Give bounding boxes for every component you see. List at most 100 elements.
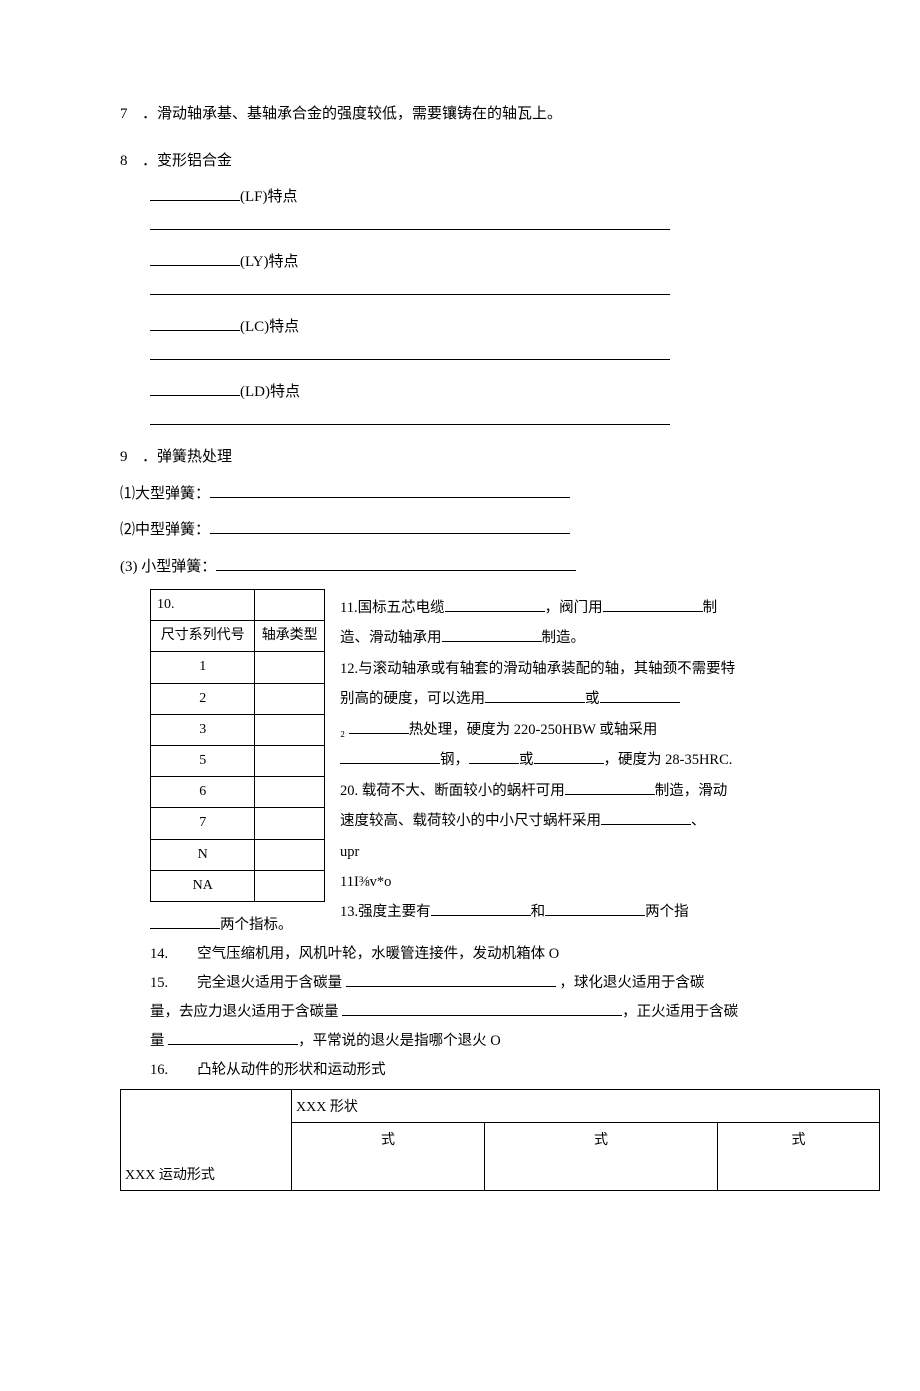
text: 造、滑动轴承用 xyxy=(340,630,442,646)
cell: N xyxy=(151,839,255,870)
table-row: 6 xyxy=(151,777,325,808)
blank xyxy=(442,627,542,643)
q15-part-b: ，球化退火适用于含碳 xyxy=(559,975,704,991)
blank xyxy=(150,185,240,201)
q8-line-lc: (LC)特点 xyxy=(150,313,800,370)
empty-cell xyxy=(255,839,325,870)
text: 速度较高、载荷较小的中小尺寸蜗杆采用 xyxy=(340,813,601,829)
q16-cell-2: 式 xyxy=(485,1122,718,1190)
blank xyxy=(469,749,519,765)
blank xyxy=(150,344,670,360)
blank xyxy=(168,1029,298,1045)
cell: 6 xyxy=(151,777,255,808)
q8-number: 8 xyxy=(120,147,142,176)
blank xyxy=(210,518,570,534)
text: 热处理，硬度为 220-250HBW 或轴采用 xyxy=(409,722,658,738)
empty-cell xyxy=(255,777,325,808)
blank xyxy=(534,749,604,765)
q9-sub2-label: ⑵中型弹簧： xyxy=(120,522,210,538)
empty-cell xyxy=(255,745,325,776)
blank xyxy=(485,688,585,704)
q8-line-ld: (LD)特点 xyxy=(150,378,800,435)
blank xyxy=(545,901,645,917)
q16-cell-1: 式 xyxy=(292,1122,485,1190)
document-page: 7．滑动轴承基、基轴承合金的强度较低，需要镶铸在的轴瓦上。 8．变形铝合金 (L… xyxy=(0,0,920,1391)
q8-lf-label: (LF)特点 xyxy=(240,189,298,205)
q8-line-ly: (LY)特点 xyxy=(150,248,800,305)
text: 13.强度主要有 xyxy=(340,904,431,920)
text: 别高的硬度，可以选用 xyxy=(340,691,485,707)
q10-right-text: 11.国标五芯电缆，阀门用制 造、滑动轴承用制造。 12.与滚动轴承或有轴套的滑… xyxy=(340,593,820,928)
blank xyxy=(150,279,670,295)
cell: 1 xyxy=(151,652,255,683)
cell: 7 xyxy=(151,808,255,839)
blank xyxy=(600,688,680,704)
blank xyxy=(342,1000,622,1016)
q8-lc-label: (LC)特点 xyxy=(240,319,299,335)
text: 11I⅜v*o xyxy=(340,874,391,890)
question-8-title: 8．变形铝合金 xyxy=(120,147,800,176)
empty-cell xyxy=(255,683,325,714)
q9-sub-2: ⑵中型弹簧： xyxy=(120,516,800,545)
text: 两个指标。 xyxy=(220,917,293,933)
text: 制造，滑动 xyxy=(655,783,728,799)
q9-sub-3: (3) 小型弹簧： xyxy=(120,553,800,582)
q16-table: XXX 运动形式 XXX 形状 式 式 式 xyxy=(120,1089,880,1191)
q15-part-a: 15. 完全退火适用于含碳量 xyxy=(150,975,342,991)
q15-part-f: ，平常说的退火是指哪个退火 O xyxy=(298,1033,501,1049)
q8-line-lf: (LF)特点 xyxy=(150,183,800,240)
blank xyxy=(346,971,556,987)
blank xyxy=(150,380,240,396)
post-table-text: 两个指标。 14. 空气压缩机用，风机叶轮，水暖管连接件，发动机箱体 O 15.… xyxy=(150,911,800,1085)
q10-col2-label: 轴承类型 xyxy=(255,621,325,652)
table-row: 3 xyxy=(151,714,325,745)
text: upr xyxy=(340,844,359,860)
blank xyxy=(150,214,670,230)
q16-title: 16. 凸轮从动件的形状和运动形式 xyxy=(150,1062,386,1078)
q14-text: 14. 空气压缩机用，风机叶轮，水暖管连接件，发动机箱体 O xyxy=(150,946,559,962)
q7-number: 7 xyxy=(120,100,142,129)
q9-sub-1: ⑴大型弹簧： xyxy=(120,480,800,509)
cell: NA xyxy=(151,870,255,901)
text: 、 xyxy=(691,813,706,829)
text: 和 xyxy=(531,904,546,920)
empty-cell xyxy=(255,808,325,839)
q9-sub1-label: ⑴大型弹簧： xyxy=(120,486,210,502)
table-row: 1 xyxy=(151,652,325,683)
q10-col1-label: 尺寸系列代号 xyxy=(151,621,255,652)
blank xyxy=(216,555,576,571)
question-7: 7．滑动轴承基、基轴承合金的强度较低，需要镶铸在的轴瓦上。 xyxy=(120,100,800,129)
cell: 3 xyxy=(151,714,255,745)
text: 两个指 xyxy=(645,904,689,920)
q10-table: 10. 尺寸系列代号 轴承类型 1 2 3 5 6 7 N NA xyxy=(150,589,325,902)
blank xyxy=(431,901,531,917)
text: 钢， xyxy=(440,752,469,768)
blank xyxy=(210,482,570,498)
question-8-body: (LF)特点 (LY)特点 (LC)特点 (LD)特点 xyxy=(120,183,800,435)
text: 或 xyxy=(519,752,534,768)
blank xyxy=(150,315,240,331)
table-row: 5 xyxy=(151,745,325,776)
q16-cell-3: 式 xyxy=(718,1122,880,1190)
text: ，阀门用 xyxy=(545,600,603,616)
table-row: 10. xyxy=(151,590,325,621)
empty-cell xyxy=(255,870,325,901)
text: 12.与滚动轴承或有轴套的滑动轴承装配的轴，其轴颈不需要特 xyxy=(340,661,735,677)
table-row: 2 xyxy=(151,683,325,714)
text: 制造。 xyxy=(542,630,586,646)
empty-cell xyxy=(255,714,325,745)
table-row: 尺寸系列代号 轴承类型 xyxy=(151,621,325,652)
q9-title-text: ．弹簧热处理 xyxy=(142,449,232,465)
q8-ld-label: (LD)特点 xyxy=(240,384,300,400)
blank xyxy=(340,749,440,765)
q8-ly-label: (LY)特点 xyxy=(240,254,298,270)
table-row: NA xyxy=(151,870,325,901)
text: 或 xyxy=(585,691,600,707)
text: ，硬度为 28-35HRC. xyxy=(604,752,733,768)
q16-shape-label: XXX 形状 xyxy=(292,1089,880,1122)
table-row: 7 xyxy=(151,808,325,839)
blank xyxy=(349,718,409,734)
cell: 5 xyxy=(151,745,255,776)
blank xyxy=(603,597,703,613)
question-9-title: 9．弹簧热处理 xyxy=(120,443,800,472)
